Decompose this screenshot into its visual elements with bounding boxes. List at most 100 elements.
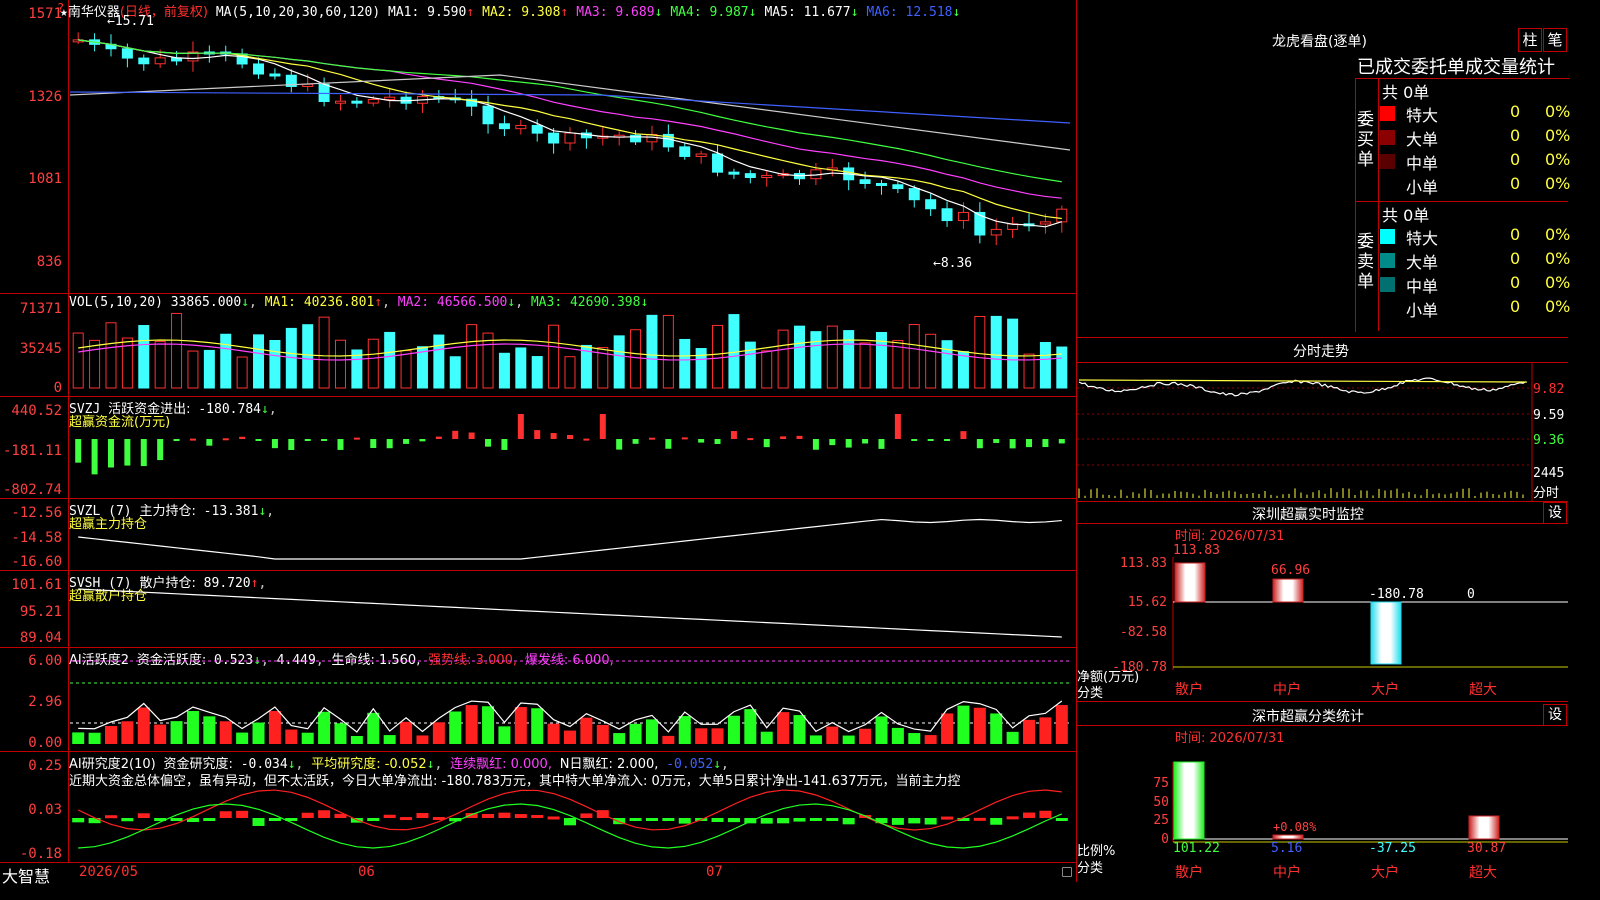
intraday-chart[interactable] <box>1077 338 1568 501</box>
svsh-panel[interactable]: SVSH (7) 散户持仓: 89.720↑, 超赢散户持仓 101.61 95… <box>0 571 1076 648</box>
activity-bar <box>465 705 478 744</box>
svzj-bar <box>993 439 1000 443</box>
research-bar <box>793 818 806 822</box>
monitor-ytick: -82.58 <box>1120 625 1167 640</box>
svzj-bar <box>829 439 836 446</box>
svzl-chart[interactable] <box>0 499 1076 570</box>
ai-research-panel[interactable]: AI研究度2(10) 资金研究度: -0.034↓, 平均研究度: -0.052… <box>0 752 1076 862</box>
kline-chart[interactable] <box>0 0 1076 293</box>
buy-orders-label: 委买单 <box>1357 110 1374 170</box>
volume-panel[interactable]: VOL(5,10,20) 33865.000↓, MA1: 40236.801↑… <box>0 294 1076 397</box>
kline-panel[interactable]: ★南华仪器(日线，前复权) MA(5,10,20,30,60,120) MA1:… <box>0 0 1076 294</box>
ai-activity-panel[interactable]: AI活跃度2 资金活跃度: 0.523↓, 4.449, 生命线: 1.560,… <box>0 648 1076 752</box>
svzl-panel[interactable]: SVZL (7) 主力持仓: -13.381↓, 超赢主力持仓 -12.56 -… <box>0 499 1076 571</box>
research-bar <box>268 818 281 821</box>
svzj-bar <box>878 439 885 449</box>
volume-bar <box>105 322 117 389</box>
svzj-bar <box>1042 439 1049 448</box>
kline-candle <box>761 174 773 179</box>
ai-activity-chart[interactable] <box>0 648 1076 751</box>
activity-bar <box>760 731 773 744</box>
volume-bar <box>72 332 84 389</box>
svzj-bar <box>894 414 901 439</box>
activity-bar <box>416 735 429 744</box>
activity-bar <box>662 735 675 744</box>
research-bar <box>1039 810 1052 818</box>
svzj-bar <box>730 431 737 439</box>
svzj-bar <box>599 414 606 439</box>
svzj-bar <box>288 439 295 450</box>
kline-candle <box>515 124 527 130</box>
bar-view-button[interactable]: 柱 <box>1518 28 1542 52</box>
activity-bar <box>383 735 396 744</box>
activity-bar <box>121 721 134 744</box>
stats-value-label: 5.16 <box>1271 841 1302 856</box>
svzj-bar <box>75 439 82 463</box>
research-bar <box>826 818 839 821</box>
activity-bar <box>990 713 1003 744</box>
research-bar <box>941 816 954 820</box>
monitor-bar <box>1370 601 1402 665</box>
svzj-chart[interactable] <box>0 397 1076 498</box>
buy-row-4: 小单 0 0% <box>1380 174 1570 198</box>
activity-bar <box>400 721 413 744</box>
volume-bar <box>761 350 773 389</box>
research-bar <box>645 818 658 821</box>
research-bar <box>908 818 921 824</box>
research-bar <box>203 818 216 822</box>
lock-icon[interactable] <box>1062 867 1072 877</box>
date-label-2: 06 <box>358 864 375 880</box>
activity-bar <box>203 716 216 744</box>
svzj-panel[interactable]: SVZJ 活跃资金进出: -180.784↓, 超赢资金流(万元) 440.52… <box>0 397 1076 499</box>
stats-chart[interactable]: 75 50 25 0 +0.08% 101.22 5.16 -37.25 30.87 散户 中户 大户… <box>1077 702 1568 882</box>
intraday-panel[interactable]: 分时走势 9.82 9.59 9.36 2445 分时 <box>1077 338 1568 502</box>
pen-view-button[interactable]: 笔 <box>1543 28 1567 52</box>
stats-mid-label: +0.08% <box>1273 820 1317 834</box>
svzj-bar <box>796 435 803 439</box>
volume-bar <box>1056 346 1068 389</box>
stats-value-label: 30.87 <box>1467 841 1506 856</box>
monitor-panel[interactable]: 深圳超赢实时监控 设 时间: 2026/07/31 净额(万元) 分类 113.… <box>1077 502 1568 702</box>
activity-bar <box>580 717 593 744</box>
svzj-bar <box>681 437 688 440</box>
activity-bar <box>367 712 380 744</box>
research-bar <box>416 812 429 818</box>
monitor-chart[interactable]: 113.83 15.62 -82.58 -180.78 113.83 66.96 -180.… <box>1077 502 1568 701</box>
volume-bar <box>187 350 199 389</box>
svzj-bar <box>1026 439 1033 448</box>
activity-bar <box>908 733 921 744</box>
kline-candle <box>253 63 265 75</box>
activity-bar <box>301 732 314 744</box>
svzj-bar <box>698 439 705 443</box>
activity-bar <box>268 711 281 744</box>
svzj-bar <box>944 439 951 441</box>
svzj-bar <box>107 439 114 468</box>
ai-research-chart[interactable] <box>0 752 1076 862</box>
volume-bar <box>384 331 396 389</box>
stats-panel[interactable]: 深市超赢分类统计 设 时间: 2026/07/31 比例% 分类 75 50 25 0… <box>1077 702 1568 882</box>
activity-bar <box>547 723 560 744</box>
research-bar <box>564 818 576 826</box>
svzj-bar <box>255 439 262 441</box>
research-bar <box>662 818 675 821</box>
volume-chart[interactable] <box>0 294 1076 396</box>
volume-bar <box>253 334 265 389</box>
research-bar <box>400 817 413 821</box>
research-bar <box>547 816 560 820</box>
volume-bar <box>630 329 642 389</box>
monitor-category-label: 超大 <box>1469 682 1497 698</box>
sell-total: 共 0单 <box>1382 206 1430 225</box>
activity-bar <box>777 712 790 744</box>
volume-bar <box>613 335 625 389</box>
svzj-bar <box>845 439 852 448</box>
svzj-bar <box>780 436 787 439</box>
volume-bar <box>318 316 330 389</box>
svsh-chart[interactable] <box>0 571 1076 647</box>
research-bar <box>891 818 904 825</box>
svzj-bar <box>124 439 131 466</box>
kline-candle <box>1039 221 1051 225</box>
activity-bar <box>809 735 822 744</box>
activity-bar <box>613 733 626 744</box>
svzj-bar <box>927 439 934 441</box>
date-label-1: 2026/05 <box>79 864 139 880</box>
